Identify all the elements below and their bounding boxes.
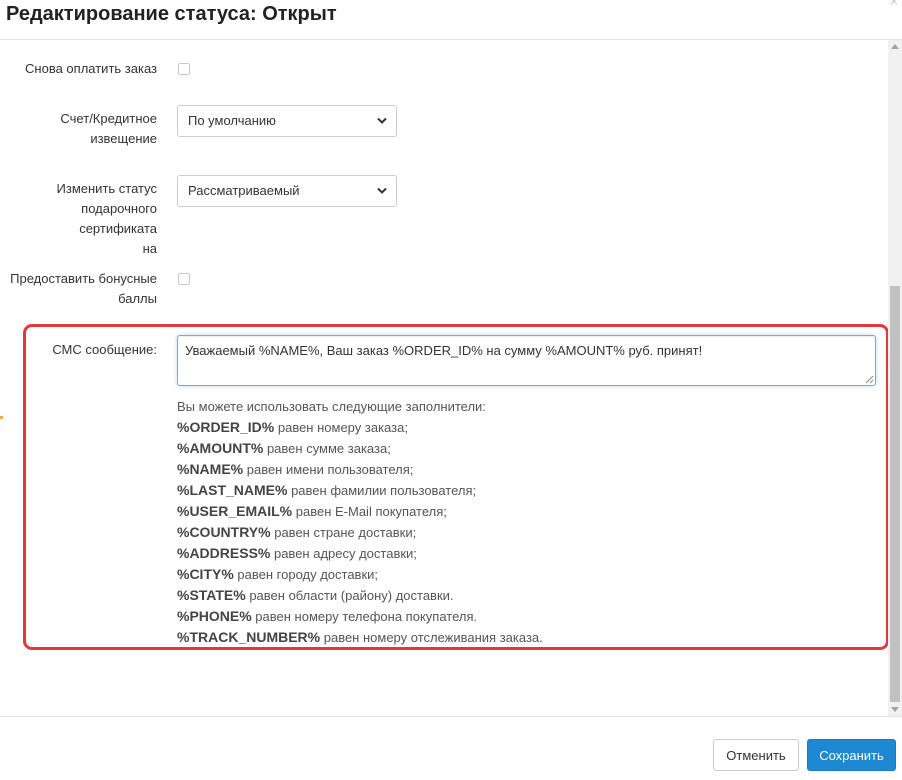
placeholders-intro: Вы можете использовать следующие заполни… [177,399,486,414]
placeholder-key: %LAST_NAME% [177,482,288,498]
placeholder-item: %LAST_NAME% равен фамилии пользователя; [177,480,857,501]
placeholder-desc: равен номеру заказа; [274,420,408,435]
close-icon[interactable]: × [890,0,898,8]
placeholder-key: %AMOUNT% [177,440,264,456]
placeholder-desc: равен сумме заказа; [263,441,391,456]
gift-status-select-value: Рассматриваемый [188,183,300,198]
chevron-down-icon [377,117,387,124]
gift-status-label-line3: на [142,241,157,256]
scroll-thumb[interactable] [890,286,900,702]
bonus-points-label-line1: Предоставить бонусные [10,271,157,286]
chevron-down-icon [377,187,387,194]
invoice-select-value: По умолчанию [188,113,276,128]
resize-handle-icon[interactable] [865,375,874,384]
placeholder-desc: равен адресу доставки; [270,546,417,561]
placeholder-key: %STATE% [177,587,246,603]
repay-order-label: Снова оплатить заказ [25,61,157,76]
sms-label: СМС сообщение: [52,342,157,357]
placeholder-key: %CITY% [177,566,234,582]
scroll-down-icon[interactable] [891,707,899,712]
placeholder-desc: равен фамилии пользователя; [287,483,477,498]
placeholder-desc: равен номеру отслеживания заказа. [320,630,543,645]
placeholder-key: %NAME% [177,461,244,477]
invoice-label-line1: Счет/Кредитное [60,111,157,126]
placeholder-key: %PHONE% [177,608,252,624]
bonus-points-checkbox[interactable] [178,273,190,285]
placeholder-item: %COUNTRY% равен стране доставки; [177,522,857,543]
placeholder-desc: равен городу доставки; [233,567,379,582]
gift-status-label: Изменить статус подарочного сертификата … [0,179,157,259]
gift-status-select[interactable]: Рассматриваемый [177,175,397,207]
scroll-up-icon[interactable] [891,44,899,49]
placeholder-item: %CITY% равен городу доставки; [177,564,857,585]
invoice-select[interactable]: По умолчанию [177,105,397,137]
placeholder-item: %ORDER_ID% равен номеру заказа; [177,417,857,438]
bonus-points-label-line2: баллы [118,291,157,306]
gift-status-label-line2: подарочного сертификата [79,201,157,236]
placeholder-desc: равен имени пользователя; [243,462,414,477]
gift-status-label-line1: Изменить статус [56,181,157,196]
placeholder-item: %STATE% равен области (району) доставки. [177,585,857,606]
placeholders-help: Вы можете использовать следующие заполни… [177,397,857,648]
placeholder-item: %TRACK_NUMBER% равен номеру отслеживания… [177,627,857,648]
invoice-label-line2: извещение [90,131,157,146]
bonus-points-label: Предоставить бонусные баллы [10,269,157,309]
save-button[interactable]: Сохранить [807,739,896,771]
sms-text: Уважаемый %NAME%, Ваш заказ %ORDER_ID% н… [185,343,703,358]
invoice-label: Счет/Кредитное извещение [60,109,157,149]
vertical-scrollbar[interactable] [888,40,902,716]
modal-title: Редактирование статуса: Открыт [6,3,337,25]
modal-body: Снова оплатить заказ Счет/Кредитное изве… [0,40,888,716]
placeholder-key: %ADDRESS% [177,545,271,561]
placeholder-item: %PHONE% равен номеру телефона покупателя… [177,606,857,627]
placeholder-key: %ORDER_ID% [177,419,275,435]
placeholder-desc: равен области (району) доставки. [245,588,454,603]
modal-header: Редактирование статуса: Открыт × [0,0,902,40]
placeholder-key: %USER_EMAIL% [177,503,293,519]
placeholder-item: %NAME% равен имени пользователя; [177,459,857,480]
placeholder-item: %USER_EMAIL% равен E-Mail покупателя; [177,501,857,522]
repay-order-checkbox[interactable] [178,63,190,75]
sms-textarea[interactable]: Уважаемый %NAME%, Ваш заказ %ORDER_ID% н… [177,335,876,386]
modal-footer: Отменить Сохранить [0,716,902,780]
cancel-button[interactable]: Отменить [713,739,799,771]
field-marker [0,416,3,419]
placeholder-key: %COUNTRY% [177,524,271,540]
placeholder-desc: равен E-Mail покупателя; [292,504,447,519]
placeholder-desc: равен стране доставки; [270,525,417,540]
placeholder-item: %AMOUNT% равен сумме заказа; [177,438,857,459]
placeholder-desc: равен номеру телефона покупателя. [251,609,478,624]
placeholder-key: %TRACK_NUMBER% [177,629,321,645]
placeholder-item: %ADDRESS% равен адресу доставки; [177,543,857,564]
